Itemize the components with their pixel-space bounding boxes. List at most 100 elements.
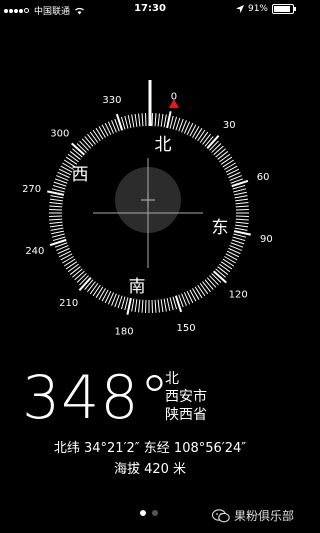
compass-tick [124, 115, 129, 129]
compass-tick [134, 299, 138, 313]
degree-label: 150 [177, 323, 196, 334]
cardinal-south: 南 [129, 277, 146, 297]
city-label: 西安市 [165, 389, 207, 405]
compass-tick [126, 297, 132, 315]
compass-tick [49, 218, 63, 221]
compass-tick [169, 115, 174, 129]
compass-tick [81, 138, 92, 149]
degree-label: 180 [115, 326, 134, 337]
compass-tick [234, 227, 248, 231]
compass-tick [84, 136, 94, 147]
altitude-label: 海拔 420 米 [113, 462, 187, 477]
compass-tick [224, 162, 236, 170]
degree-label: 210 [59, 298, 78, 309]
compass-tick [141, 299, 144, 313]
degree-label: 30 [223, 120, 236, 131]
compass-tick [192, 126, 200, 138]
compass-tick [204, 279, 214, 290]
compass-tick [95, 127, 104, 140]
compass-tick [169, 297, 174, 311]
compass-tick [67, 153, 79, 163]
compass-tick [235, 221, 249, 224]
compass-tick [166, 297, 171, 311]
compass-tick [192, 288, 200, 300]
compass-tick [50, 195, 64, 199]
compass-tick [160, 113, 164, 127]
compass-tick [233, 233, 247, 238]
compass-tick [233, 188, 247, 193]
compass-tick [202, 133, 211, 145]
degree-label: 120 [229, 289, 248, 300]
compass-tick [197, 129, 206, 142]
compass-tick [87, 281, 96, 293]
compass-dial[interactable]: 0306090120150180210240270300330 北 东 南 西 [0, 0, 300, 360]
compass-tick [222, 159, 235, 168]
compass-tick [131, 298, 135, 312]
compass-tick [202, 281, 211, 293]
location-block: 北 西安市 陕西省 [165, 370, 207, 424]
compass-tick [217, 151, 229, 160]
wechat-icon [211, 508, 230, 522]
compass-tick [222, 258, 235, 267]
compass-tick [49, 224, 63, 228]
coordinates-label: 北纬 34°21′2″ 东经 108°56′24″ [53, 441, 247, 456]
compass-tick [157, 299, 160, 313]
compass-tick [199, 283, 209, 295]
compass-tick [213, 145, 224, 156]
compass-tick [172, 116, 178, 130]
compass-tick [95, 286, 104, 299]
compass-tick [138, 299, 141, 313]
degree-label: 90 [260, 234, 273, 245]
compass-tick [79, 140, 89, 151]
compass-tick [235, 198, 249, 202]
degree-label: 60 [257, 172, 270, 183]
compass-tick [215, 148, 226, 158]
compass-tick [69, 266, 81, 275]
compass-tick [163, 114, 167, 128]
compass-tick [47, 190, 65, 196]
compass-tick [63, 258, 76, 267]
compass-tick [51, 230, 65, 235]
heading-readout: 348° [22, 363, 171, 433]
compass-tick [87, 133, 96, 145]
compass-tick [134, 113, 138, 127]
degree-label: 240 [25, 246, 44, 257]
compass-tick [154, 299, 157, 313]
cardinal-east: 东 [212, 218, 229, 238]
watermark: 果粉俱乐部 [211, 507, 294, 524]
compass-tick [235, 205, 249, 208]
compass-tick [232, 236, 246, 242]
degree-label: 270 [22, 184, 41, 195]
province-label: 陕西省 [165, 407, 207, 423]
compass-tick [72, 268, 83, 278]
compass-tick [233, 191, 247, 196]
compass-tick [65, 261, 78, 270]
compass-tick [49, 205, 63, 208]
compass-tick [127, 115, 132, 129]
compass-tick [52, 184, 66, 190]
compass-tick [211, 143, 222, 153]
compass-tick [219, 153, 231, 163]
page-dot-1[interactable] [140, 510, 146, 516]
compass-tick [89, 283, 99, 295]
compass-tick [199, 131, 209, 143]
compass-tick [120, 296, 126, 310]
compass-tick [92, 129, 101, 142]
compass-tick [233, 230, 251, 236]
compass-tick [67, 263, 79, 273]
compass-tick [220, 261, 233, 270]
compass-tick [209, 275, 219, 286]
compass-tick [49, 202, 63, 205]
compass-tick [235, 218, 249, 221]
compass-tick [235, 224, 249, 228]
page-dot-2[interactable] [152, 510, 158, 516]
page-control[interactable] [140, 510, 158, 516]
compass-tick [166, 111, 172, 129]
compass-tick [131, 114, 135, 128]
compass-tick [157, 113, 160, 127]
compass-tick [76, 273, 87, 283]
compass-tick [49, 198, 63, 202]
cardinal-north: 北 [155, 135, 172, 155]
compass-tick [197, 284, 206, 297]
compass-tick [49, 221, 63, 224]
